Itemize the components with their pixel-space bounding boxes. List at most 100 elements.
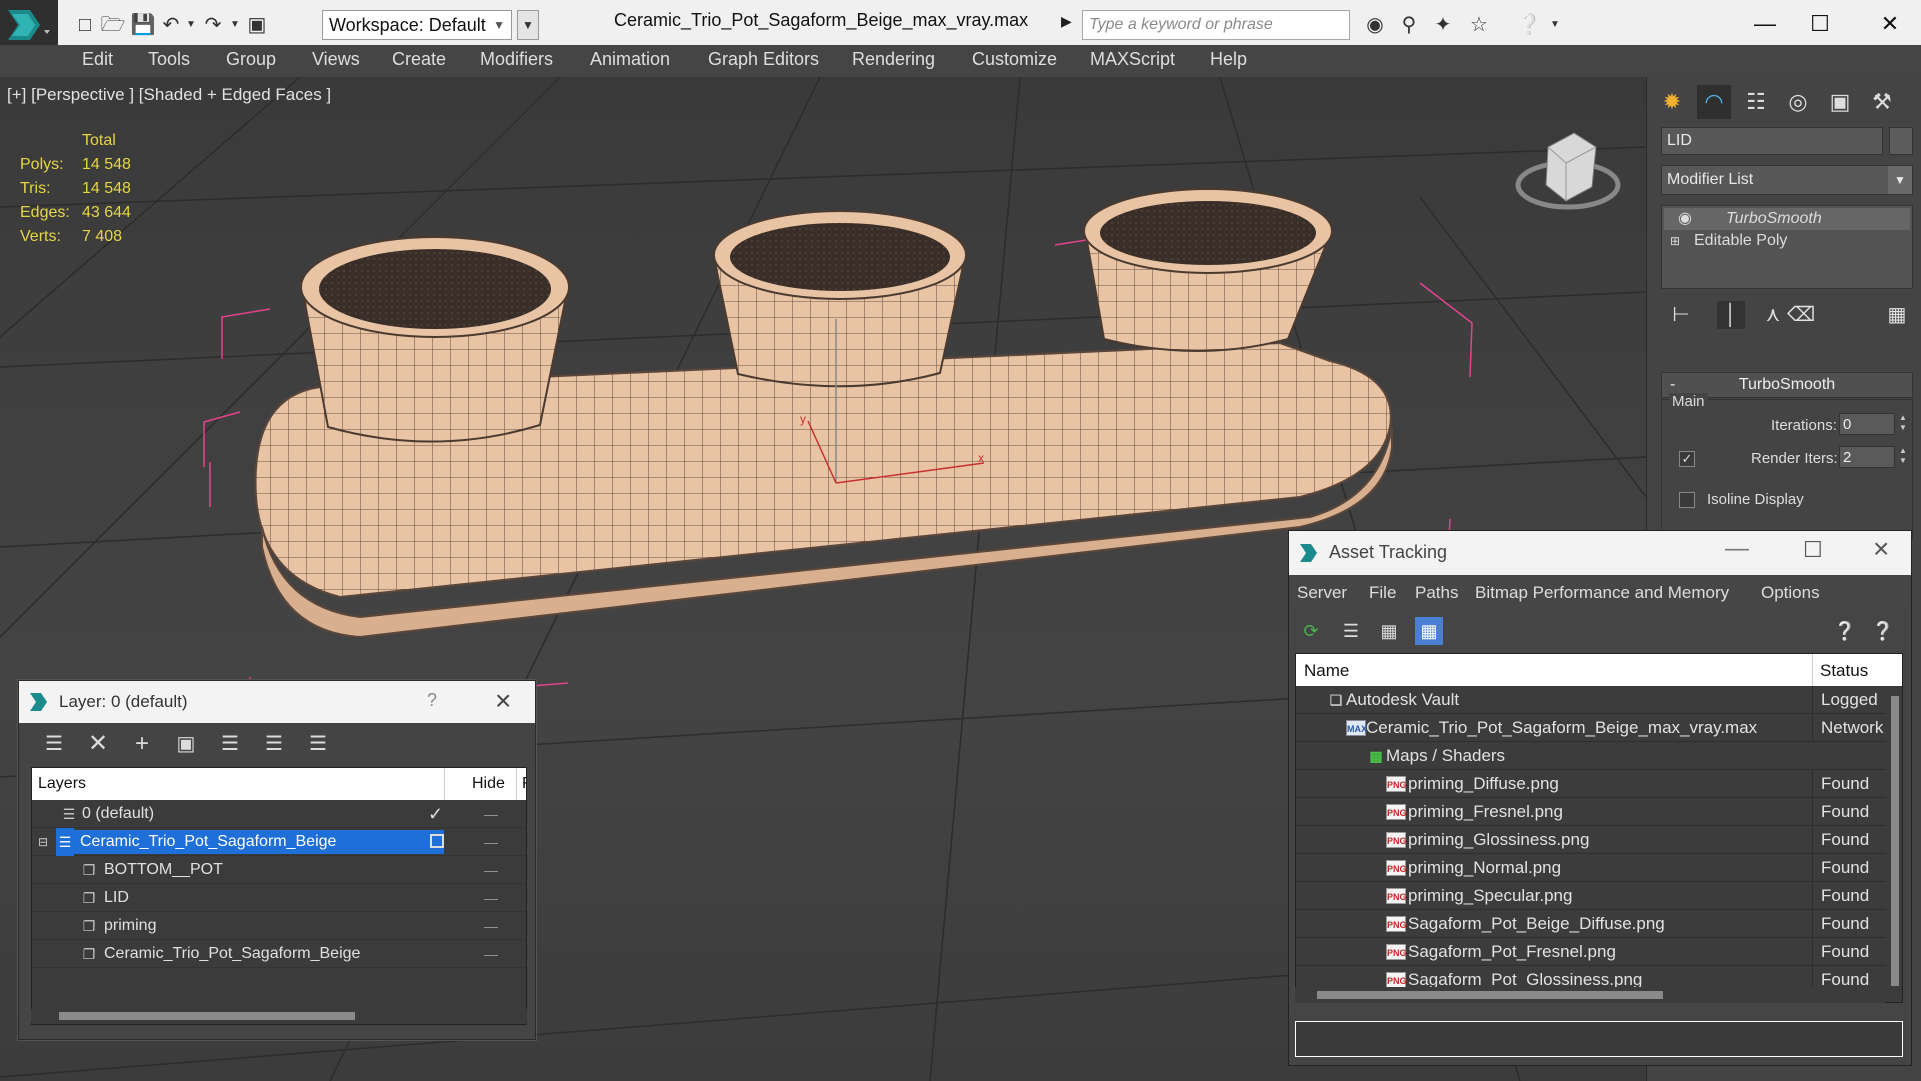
table-view-icon[interactable]: ▦ [1415, 617, 1443, 645]
help-icon[interactable]: ❔ [1516, 12, 1542, 38]
asset-menu-bitmap-performance[interactable]: Bitmap Performance and Memory [1475, 583, 1729, 603]
asset-row[interactable]: PNG Sagaform_Pot_Beige_Diffuse.png Found [1296, 910, 1886, 938]
vault-help-icon[interactable]: ❔ [1831, 617, 1859, 645]
isoline-display-checkbox[interactable] [1679, 492, 1695, 508]
modify-tab-icon[interactable]: ◠ [1697, 85, 1731, 119]
scrollbar-thumb[interactable] [59, 1012, 355, 1020]
new-file-icon[interactable]: □ [72, 12, 98, 38]
render-iters-input[interactable] [1839, 446, 1895, 468]
menu-edit[interactable]: Edit [82, 49, 113, 70]
asset-menu-file[interactable]: File [1369, 583, 1396, 603]
layer-row[interactable]: ❐ LID — [32, 884, 526, 912]
highlight-layer-icon[interactable]: ☰ [261, 731, 287, 757]
horizontal-scrollbar[interactable] [31, 1009, 527, 1023]
app-logo-icon[interactable] [0, 0, 58, 50]
help-icon[interactable]: ? [427, 690, 437, 711]
layer-row[interactable]: ⊟ ☰ Ceramic_Trio_Pot_Sagaform_Beige — [32, 828, 526, 856]
layer-row[interactable]: ❐ priming — [32, 912, 526, 940]
workspace-dropdown[interactable]: Workspace: Default ▼ [322, 10, 512, 40]
viewport-label[interactable]: [+] [Perspective ] [Shaded + Edged Faces… [7, 85, 331, 105]
vertical-scrollbar[interactable] [1888, 686, 1902, 986]
asset-row[interactable]: ▩ Maps / Shaders [1296, 742, 1886, 770]
close-icon[interactable]: ✕ [1860, 4, 1920, 44]
project-folder-icon[interactable]: ▣ [244, 12, 270, 38]
menu-views[interactable]: Views [312, 49, 360, 70]
hide-toggle[interactable]: — [480, 800, 502, 828]
collapse-icon[interactable]: ⊟ [34, 828, 52, 856]
menu-maxscript[interactable]: MAXScript [1090, 49, 1175, 70]
checkmark-icon[interactable]: ✓ [428, 800, 443, 828]
column-hide[interactable]: Hide [472, 775, 505, 793]
asset-menu-server[interactable]: Server [1297, 583, 1347, 603]
save-icon[interactable]: 💾 [130, 12, 156, 38]
asset-row[interactable]: ❏ Autodesk Vault Logged [1296, 686, 1886, 714]
layer-row[interactable]: ❐ BOTTOM__POT — [32, 856, 526, 884]
asset-menu-options[interactable]: Options [1761, 583, 1820, 603]
layer-row[interactable]: ☰ 0 (default) ✓ — [32, 800, 526, 828]
asset-row[interactable]: MAX Ceramic_Trio_Pot_Sagaform_Beige_max_… [1296, 714, 1886, 742]
column-name[interactable]: Name [1304, 661, 1349, 681]
column-layers[interactable]: Layers [38, 775, 86, 793]
search-input[interactable] [1082, 10, 1350, 40]
maximize-icon[interactable]: ☐ [1803, 537, 1823, 563]
iterations-input[interactable] [1839, 413, 1895, 435]
object-color-swatch[interactable] [1889, 127, 1913, 155]
asset-row[interactable]: PNG Sagaform_Pot_Fresnel.png Found [1296, 938, 1886, 966]
modifier-list-dropdown[interactable]: Modifier List ▼ [1661, 165, 1913, 195]
menu-customize[interactable]: Customize [972, 49, 1057, 70]
iterations-spinner[interactable]: ▲ ▼ [1897, 413, 1909, 435]
display-tab-icon[interactable]: ▣ [1823, 85, 1857, 119]
menu-create[interactable]: Create [392, 49, 446, 70]
asset-row[interactable]: PNG priming_Diffuse.png Found [1296, 770, 1886, 798]
menu-modifiers[interactable]: Modifiers [480, 49, 553, 70]
hierarchy-tab-icon[interactable]: ☷ [1739, 85, 1773, 119]
search-expand-icon[interactable]: ▶ [1061, 13, 1072, 30]
workspace-menu-button[interactable]: ▼ [517, 10, 539, 40]
hide-toggle[interactable]: — [480, 912, 502, 940]
thumbnail-view-icon[interactable]: ▦ [1375, 617, 1403, 645]
hide-toggle[interactable]: — [480, 940, 502, 968]
close-icon[interactable]: × [495, 685, 511, 717]
render-iters-checkbox[interactable]: ✓ [1679, 451, 1695, 467]
hide-toggle[interactable]: — [480, 856, 502, 884]
binoculars-icon[interactable]: ◉ [1362, 12, 1388, 38]
object-name-input[interactable] [1661, 127, 1883, 155]
current-layer-icon[interactable] [430, 834, 444, 848]
expand-plus-icon[interactable]: ⊞ [1670, 230, 1680, 252]
open-file-icon[interactable]: 🗁 [100, 12, 126, 38]
make-unique-icon[interactable]: ⋏ [1759, 301, 1787, 329]
help-dropdown-icon[interactable]: ▼ [1542, 12, 1568, 38]
refresh-icon[interactable]: ⟳ [1297, 617, 1325, 645]
layer-row[interactable]: ❐ Ceramic_Trio_Pot_Sagaform_Beige — [32, 940, 526, 968]
column-freeze[interactable]: F [522, 775, 526, 793]
vault-settings-icon[interactable]: ❔ [1869, 617, 1897, 645]
stack-item-editable-poly[interactable]: ⊞ Editable Poly [1664, 230, 1910, 252]
utilities-tab-icon[interactable]: ⚒ [1865, 85, 1899, 119]
asset-row[interactable]: PNG priming_Normal.png Found [1296, 854, 1886, 882]
menu-group[interactable]: Group [226, 49, 276, 70]
delete-layer-icon[interactable]: ✕ [85, 731, 111, 757]
list-view-icon[interactable]: ☰ [1337, 617, 1365, 645]
select-layer-icon[interactable]: ☰ [217, 731, 243, 757]
pin-stack-icon[interactable]: ⊢ [1667, 301, 1695, 329]
column-status[interactable]: Status [1820, 661, 1868, 681]
show-end-result-icon[interactable]: │ [1717, 301, 1745, 329]
lightbulb-icon[interactable]: ◉ [1678, 208, 1692, 230]
select-objects-icon[interactable]: ▣ [173, 731, 199, 757]
scrollbar-thumb[interactable] [1891, 696, 1899, 986]
close-icon[interactable]: × [1873, 533, 1889, 565]
scrollbar-thumb[interactable] [1317, 991, 1663, 999]
motion-tab-icon[interactable]: ◎ [1781, 85, 1815, 119]
asset-row[interactable]: PNG priming_Fresnel.png Found [1296, 798, 1886, 826]
minimize-icon[interactable]: — [1725, 535, 1749, 563]
menu-help[interactable]: Help [1210, 49, 1247, 70]
menu-graph-editors[interactable]: Graph Editors [708, 49, 819, 70]
asset-row[interactable]: PNG priming_Specular.png Found [1296, 882, 1886, 910]
key-icon[interactable]: ⚲ [1396, 12, 1422, 38]
menu-rendering[interactable]: Rendering [852, 49, 935, 70]
remove-modifier-icon[interactable]: ⌫ [1787, 301, 1815, 329]
create-tab-icon[interactable]: ✹ [1655, 85, 1689, 119]
menu-tools[interactable]: Tools [148, 49, 190, 70]
hide-toggle[interactable]: — [480, 884, 502, 912]
asset-menu-paths[interactable]: Paths [1415, 583, 1458, 603]
